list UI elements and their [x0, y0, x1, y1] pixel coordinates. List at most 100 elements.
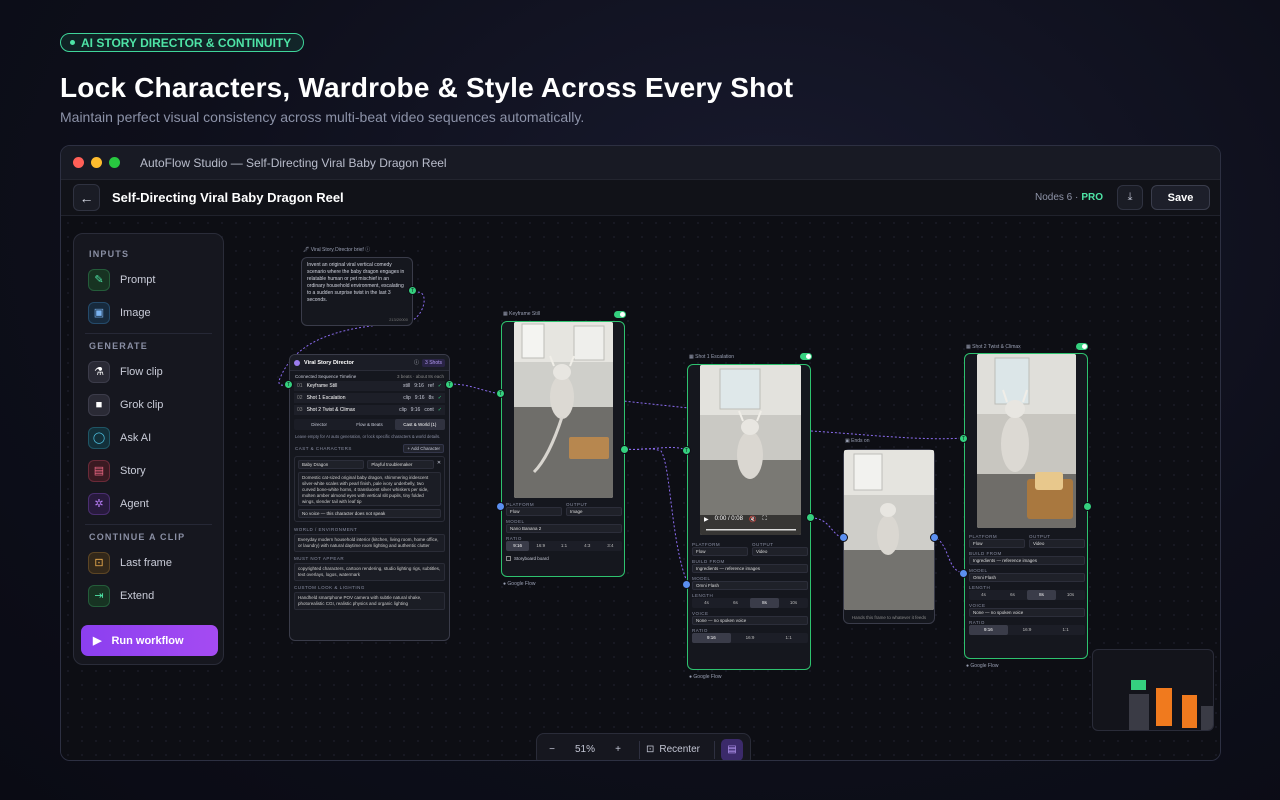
close-window-button[interactable]	[73, 157, 84, 168]
length-option[interactable]: 10s	[779, 598, 808, 608]
build-select[interactable]: Ingredients — reference images	[969, 556, 1085, 565]
beat-row[interactable]: 02 Shot 1 Escalation clip 9:16 8s ✓	[294, 393, 445, 403]
ratio-option[interactable]: 9:16	[506, 541, 530, 551]
ratio-option[interactable]: 1:1	[769, 633, 808, 643]
length-option[interactable]: 8s	[1027, 590, 1056, 600]
add-character-button[interactable]: + Add Character	[403, 444, 444, 453]
ratio-option[interactable]: 1:1	[552, 541, 575, 551]
recenter-button[interactable]: ⊡ Recenter	[646, 744, 708, 755]
zoom-out-button[interactable]: −	[537, 744, 567, 755]
brief-output-port[interactable]: T	[408, 286, 417, 295]
output-select[interactable]: Video	[752, 547, 808, 556]
ratio-option[interactable]: 4:3	[576, 541, 599, 551]
zoom-in-button[interactable]: +	[603, 744, 633, 755]
endson-output-port[interactable]	[930, 533, 939, 542]
director-output-port[interactable]: T	[445, 380, 454, 389]
keyframe-input-port[interactable]: T	[496, 389, 505, 398]
output-select[interactable]: Image	[566, 507, 622, 516]
character-role-field[interactable]: Playful troublemaker	[367, 460, 434, 469]
endson-node[interactable]: Hands this frame to whatever it feeds	[843, 449, 935, 624]
palette-item-flow-clip[interactable]: ⚗ Flow clip	[81, 357, 216, 386]
platform-select[interactable]: Flow	[969, 539, 1025, 548]
palette-item-image[interactable]: ▣ Image	[81, 298, 216, 327]
download-button[interactable]: ⤓	[1117, 185, 1143, 210]
ratio-option[interactable]: 16:9	[529, 541, 552, 551]
palette-item-extend[interactable]: ⇥ Extend	[81, 581, 216, 610]
length-option[interactable]: 6s	[721, 598, 750, 608]
fullscreen-icon[interactable]: ⛶	[762, 516, 766, 523]
voice-select[interactable]: None — no spoken voice	[692, 616, 808, 625]
length-option[interactable]: 4s	[692, 598, 721, 608]
checkbox[interactable]	[506, 556, 511, 561]
character-description-field[interactable]: Domestic cat-sized original baby dragon,…	[298, 472, 441, 506]
shot2-enable-toggle[interactable]	[1076, 343, 1088, 350]
shot2-node[interactable]: PLATFORM Flow OUTPUT Video BUILD FROM Ingre…	[964, 353, 1088, 659]
keyframe-enable-toggle[interactable]	[614, 311, 626, 318]
remove-character-icon[interactable]: ✕	[437, 460, 441, 469]
keyframe-ref-port[interactable]	[496, 502, 505, 511]
shot1-node[interactable]: ▶ 0:00 / 0:08 🔇 ⛶ PLATFORM Flow OUTPUT Video B…	[687, 364, 811, 670]
ratio-option[interactable]: 9:16	[692, 633, 731, 643]
workflow-canvas[interactable]: INPUTS ✎ Prompt ▣ Image GENERATE ⚗ Flow cli…	[61, 216, 1220, 760]
endson-input-port[interactable]	[839, 533, 848, 542]
avoid-field[interactable]: copyrighted characters, cartoon renderin…	[294, 563, 445, 581]
ratio-option[interactable]: 9:16	[969, 625, 1008, 635]
shot1-ref-port[interactable]	[682, 580, 691, 589]
mute-icon[interactable]: 🔇	[749, 516, 756, 523]
beat-row[interactable]: 03 Shot 2 Twist & Climax clip 9:16 cont ✓	[294, 405, 445, 415]
shot2-input-port[interactable]: T	[959, 434, 968, 443]
shot1-output-port[interactable]	[806, 513, 815, 522]
divider	[85, 333, 212, 334]
keyframe-output-port[interactable]	[620, 445, 629, 454]
shot1-enable-toggle[interactable]	[800, 353, 812, 360]
model-select[interactable]: Omni Flash	[969, 573, 1085, 582]
palette-item-story[interactable]: ▤ Story	[81, 456, 216, 485]
minimap-toggle-button[interactable]: ▤	[721, 738, 743, 760]
director-node[interactable]: Viral Story Director ⓘ 3 Shots Connected…	[289, 354, 450, 641]
tab-director[interactable]: Director	[294, 419, 344, 430]
look-field[interactable]: Handheld smartphone POV camera with subt…	[294, 592, 445, 610]
model-select[interactable]: Nano Banana 2	[506, 524, 622, 533]
length-option[interactable]: 4s	[969, 590, 998, 600]
palette-item-ask-ai[interactable]: ◯ Ask AI	[81, 423, 216, 452]
director-input-port[interactable]: T	[284, 380, 293, 389]
tab-flow-beats[interactable]: Flow & Beats	[344, 419, 394, 430]
footer-label: Google Flow	[507, 581, 536, 587]
palette-item-grok-clip[interactable]: ■ Grok clip	[81, 390, 216, 419]
character-voice-select[interactable]: No voice — this character does not speak	[298, 509, 441, 518]
shot2-ref-port[interactable]	[959, 569, 968, 578]
brief-node[interactable]: Invent an original viral vertical comedy…	[301, 257, 413, 326]
palette-item-prompt[interactable]: ✎ Prompt	[81, 265, 216, 294]
length-option[interactable]: 8s	[750, 598, 779, 608]
ratio-option[interactable]: 3:4	[599, 541, 622, 551]
save-button[interactable]: Save	[1151, 185, 1210, 210]
minimize-window-button[interactable]	[91, 157, 102, 168]
length-option[interactable]: 10s	[1056, 590, 1085, 600]
tab-cast-world[interactable]: Cast & World (1)	[394, 419, 445, 430]
platform-select[interactable]: Flow	[692, 547, 748, 556]
palette-item-last-frame[interactable]: ⊡ Last frame	[81, 548, 216, 577]
keyframe-node[interactable]: PLATFORM Flow OUTPUT Image MODEL Nano Banan…	[501, 321, 625, 577]
ratio-option[interactable]: 1:1	[1046, 625, 1085, 635]
ratio-option[interactable]: 16:9	[731, 633, 770, 643]
run-workflow-button[interactable]: ▶ Run workflow	[81, 625, 218, 656]
build-select[interactable]: Ingredients — reference images	[692, 564, 808, 573]
shot1-input-port[interactable]: T	[682, 446, 691, 455]
ratio-option[interactable]: 16:9	[1008, 625, 1047, 635]
character-name-field[interactable]: Baby Dragon	[298, 460, 365, 469]
platform-select[interactable]: Flow	[506, 507, 562, 516]
minimap[interactable]	[1092, 649, 1214, 731]
output-select[interactable]: Video	[1029, 539, 1085, 548]
beat-row[interactable]: 01 Keyframe Still still 9:16 ref ✓	[294, 381, 445, 391]
model-select[interactable]: Omni Flash	[692, 581, 808, 590]
voice-select[interactable]: None — no spoken voice	[969, 608, 1085, 617]
back-button[interactable]: ←	[73, 184, 100, 211]
shot2-output-port[interactable]	[1083, 502, 1092, 511]
shot1-video[interactable]: ▶ 0:00 / 0:08 🔇 ⛶	[700, 365, 801, 535]
maximize-window-button[interactable]	[109, 157, 120, 168]
length-option[interactable]: 6s	[998, 590, 1027, 600]
palette-item-agent[interactable]: ✲ Agent	[81, 489, 216, 518]
play-icon[interactable]: ▶	[704, 516, 709, 523]
world-field[interactable]: Everyday modern household interior (kitc…	[294, 534, 445, 552]
storyboard-option[interactable]: Storyboard board	[506, 556, 622, 561]
